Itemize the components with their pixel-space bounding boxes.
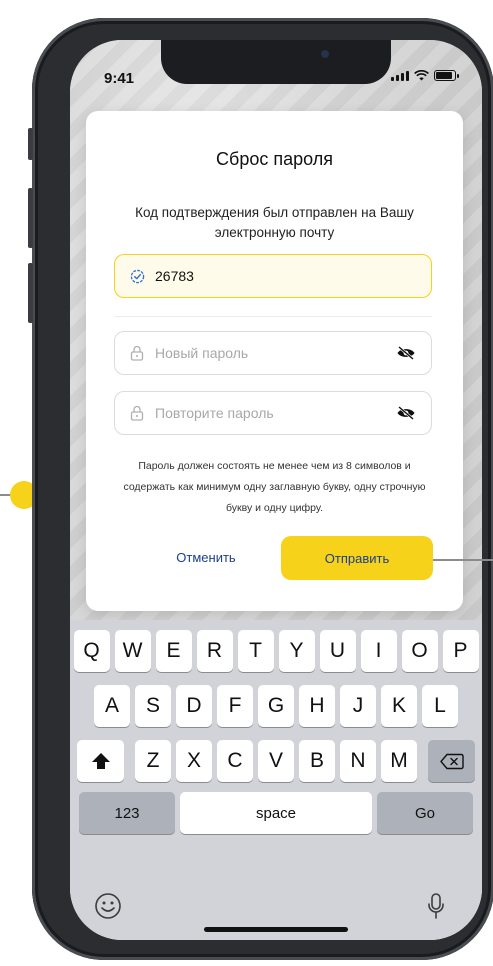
- key-o[interactable]: O: [401, 630, 438, 672]
- backspace-key[interactable]: [428, 740, 475, 782]
- space-key[interactable]: space: [180, 792, 372, 834]
- key-v[interactable]: V: [258, 740, 294, 782]
- submit-button[interactable]: Отправить: [281, 536, 433, 580]
- key-b[interactable]: B: [299, 740, 335, 782]
- shift-key[interactable]: [77, 740, 124, 782]
- repeat-password-input[interactable]: [155, 405, 395, 421]
- numbers-key[interactable]: 123: [79, 792, 175, 834]
- key-d[interactable]: D: [176, 685, 212, 727]
- status-time: 9:41: [104, 70, 135, 87]
- divider: [114, 316, 432, 317]
- key-r[interactable]: R: [196, 630, 233, 672]
- lock-icon: [129, 405, 145, 421]
- eye-off-icon[interactable]: [395, 345, 417, 361]
- dialog-subtitle: Код подтверждения был отправлен на Вашу …: [135, 205, 414, 240]
- key-j[interactable]: J: [340, 685, 376, 727]
- annotation-line-right: [433, 559, 493, 561]
- battery-icon: [434, 70, 459, 81]
- dialog-title: Сброс пароля: [216, 149, 333, 169]
- keyboard-row-3: Z X C V B N M: [70, 740, 482, 782]
- repeat-password-field[interactable]: [114, 391, 432, 435]
- key-s[interactable]: S: [135, 685, 171, 727]
- key-e[interactable]: E: [155, 630, 192, 672]
- key-q[interactable]: Q: [73, 630, 110, 672]
- lock-icon: [129, 345, 145, 361]
- eye-off-icon[interactable]: [395, 405, 417, 421]
- emoji-icon[interactable]: [94, 892, 122, 920]
- key-f[interactable]: F: [217, 685, 253, 727]
- key-h[interactable]: H: [299, 685, 335, 727]
- keyboard-row-2: A S D F G H J K L: [70, 685, 482, 727]
- key-z[interactable]: Z: [135, 740, 171, 782]
- shift-icon: [91, 753, 110, 769]
- key-m[interactable]: M: [381, 740, 417, 782]
- microphone-icon[interactable]: [426, 892, 446, 920]
- notch: [161, 40, 391, 84]
- key-y[interactable]: Y: [278, 630, 315, 672]
- key-k[interactable]: K: [381, 685, 417, 727]
- signal-icon: [391, 71, 409, 81]
- key-i[interactable]: I: [360, 630, 397, 672]
- key-c[interactable]: C: [217, 740, 253, 782]
- volume-down-button: [28, 263, 33, 323]
- verification-code-input[interactable]: [155, 268, 417, 284]
- status-icons: [391, 70, 459, 81]
- mute-switch: [28, 128, 33, 160]
- key-l[interactable]: L: [422, 685, 458, 727]
- wifi-icon: [414, 70, 429, 81]
- new-password-input[interactable]: [155, 345, 395, 361]
- key-x[interactable]: X: [176, 740, 212, 782]
- key-g[interactable]: G: [258, 685, 294, 727]
- volume-up-button: [28, 188, 33, 248]
- verification-code-field[interactable]: [114, 254, 432, 298]
- reset-password-dialog: Сброс пароля Код подтверждения был отпра…: [86, 111, 463, 611]
- keyboard-row-4: 123 space Go: [70, 792, 482, 834]
- keyboard-row-1: Q W E R T Y U I O P: [70, 630, 482, 672]
- on-screen-keyboard: Q W E R T Y U I O P A S D F G H J K L Z …: [70, 620, 482, 940]
- key-t[interactable]: T: [237, 630, 274, 672]
- key-u[interactable]: U: [319, 630, 356, 672]
- new-password-field[interactable]: [114, 331, 432, 375]
- check-badge-icon: [129, 268, 145, 284]
- password-requirements-hint: Пароль должен состоять не менее чем из 8…: [123, 460, 426, 514]
- key-w[interactable]: W: [114, 630, 151, 672]
- camera-dot: [321, 50, 329, 58]
- phone-screen: 9:41 Сброс пароля Код подтверждения был …: [70, 40, 482, 940]
- home-indicator: [204, 927, 348, 932]
- go-key[interactable]: Go: [377, 792, 473, 834]
- key-a[interactable]: A: [94, 685, 130, 727]
- key-n[interactable]: N: [340, 740, 376, 782]
- cancel-button[interactable]: Отменить: [141, 536, 271, 578]
- backspace-icon: [439, 753, 464, 769]
- key-p[interactable]: P: [442, 630, 479, 672]
